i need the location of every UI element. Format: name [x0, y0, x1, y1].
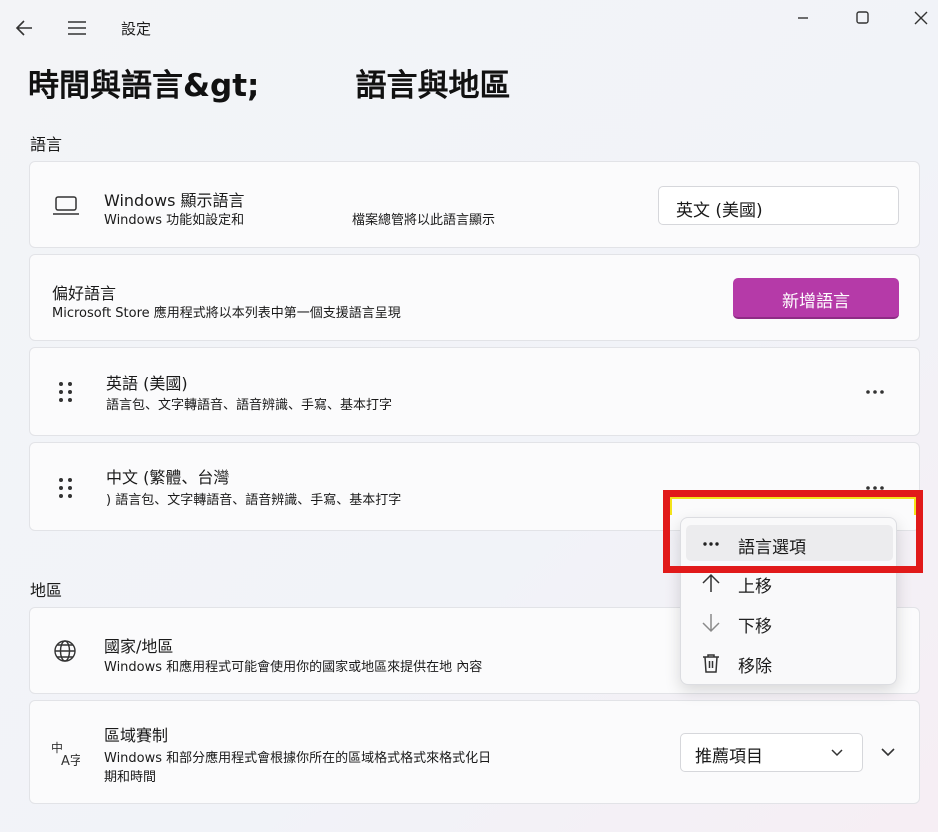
maximize-button[interactable]	[848, 6, 878, 30]
laptop-icon	[52, 195, 80, 221]
title-bar: 設定	[0, 0, 938, 56]
preferred-languages-card: 偏好語言 Microsoft Store 應用程式將以本列表中第一個支援語言呈現…	[29, 254, 920, 341]
minimize-button[interactable]	[788, 6, 818, 30]
display-language-title: Windows 顯示語言	[104, 191, 245, 210]
preferred-languages-title: 偏好語言	[52, 284, 117, 303]
arrow-up-icon	[700, 572, 722, 594]
display-language-dropdown[interactable]: 英文 (美國)	[658, 186, 899, 225]
drag-handle-icon[interactable]	[57, 380, 75, 408]
display-language-card: Windows 顯示語言 Windows 功能如設定和 檔案總管將以此語言顯示 …	[29, 161, 920, 248]
trash-icon	[700, 652, 722, 674]
menu-item-remove[interactable]: 移除	[686, 644, 893, 680]
country-region-subtitle: Windows 和應用程式可能會使用你的國家或地區來提供在地 內容	[104, 660, 483, 675]
breadcrumb-parent[interactable]: 時間與語言&gt;	[28, 68, 259, 104]
more-options-icon[interactable]	[860, 380, 890, 404]
language-features: ) 語言包、文字轉語音、語音辨識、手寫、基本打字	[106, 493, 402, 508]
regional-format-subtitle-2: 期和時間	[104, 770, 157, 785]
hamburger-menu-icon[interactable]	[64, 16, 90, 40]
app-title: 設定	[121, 20, 152, 38]
arrow-down-icon	[700, 612, 722, 634]
language-item-english[interactable]: 英語 (美國) 語言包、文字轉語音、語音辨識、手寫、基本打字	[29, 347, 920, 436]
regional-format-title: 區域賽制	[104, 726, 169, 745]
globe-icon	[52, 638, 78, 668]
expand-chevron-icon[interactable]	[879, 743, 897, 765]
region-section-label: 地區	[30, 581, 63, 600]
menu-item-label: 上移	[738, 577, 772, 597]
language-format-icon: 中 A字	[50, 739, 83, 771]
preferred-languages-subtitle: Microsoft Store 應用程式將以本列表中第一個支援語言呈現	[52, 306, 401, 321]
add-language-button[interactable]: 新增語言	[733, 278, 899, 319]
regional-format-dropdown[interactable]: 推薦項目	[680, 733, 863, 772]
breadcrumb-current: 語言與地區	[355, 68, 511, 104]
display-language-subtitle-b: 檔案總管將以此語言顯示	[352, 213, 496, 228]
display-language-subtitle-a: Windows 功能如設定和	[104, 213, 245, 228]
svg-text:中: 中	[51, 740, 63, 755]
drag-handle-icon[interactable]	[57, 476, 75, 504]
svg-text:A字: A字	[61, 754, 80, 767]
regional-format-card[interactable]: 中 A字 區域賽制 Windows 和部分應用程式會根據你所在的區域格式格式來格式…	[29, 700, 920, 804]
menu-item-label: 下移	[738, 617, 772, 637]
chevron-down-icon	[829, 744, 845, 765]
country-region-title: 國家/地區	[104, 637, 174, 656]
language-name: 英語 (美國)	[106, 374, 188, 393]
regional-format-value: 推薦項目	[695, 747, 763, 767]
language-name: 中文 (繁體、台灣	[106, 468, 230, 487]
language-features: 語言包、文字轉語音、語音辨識、手寫、基本打字	[106, 398, 393, 413]
back-arrow-icon[interactable]	[12, 16, 38, 40]
regional-format-subtitle-1: Windows 和部分應用程式會根據你所在的區域格式格式來格式化日	[104, 751, 492, 766]
highlight-annotation-inner	[670, 497, 916, 515]
menu-item-label: 移除	[738, 657, 772, 677]
close-button[interactable]	[906, 6, 936, 30]
language-section-label: 語言	[30, 135, 63, 154]
page-title: 時間與語言&gt; 語言與地區	[28, 60, 510, 105]
menu-item-move-down[interactable]: 下移	[686, 604, 893, 640]
